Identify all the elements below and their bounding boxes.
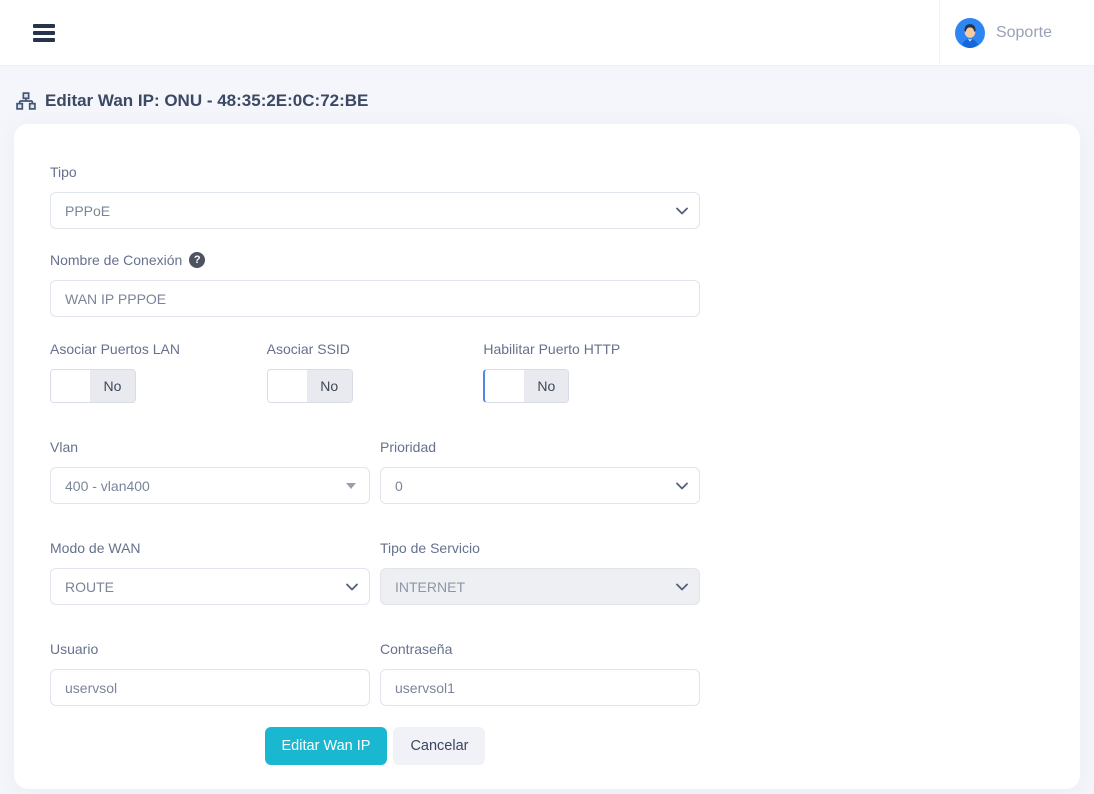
field-nombre-conexion: Nombre de Conexión ?	[50, 252, 700, 317]
tipo-servicio-select: INTERNET	[380, 568, 700, 605]
form-actions: Editar Wan IP Cancelar	[50, 727, 700, 765]
asociar-puertos-lan-label: Asociar Puertos LAN	[50, 341, 267, 357]
modo-wan-label: Modo de WAN	[50, 540, 370, 556]
page-head: Editar Wan IP: ONU - 48:35:2E:0C:72:BE	[0, 66, 1094, 124]
credenciales-row: Usuario Contraseña	[50, 641, 700, 706]
topbar: Soporte	[0, 0, 1094, 66]
prioridad-select[interactable]: 0	[380, 467, 700, 504]
toggle-state-label: No	[307, 370, 352, 402]
vlan-label: Vlan	[50, 439, 370, 455]
modo-wan-select[interactable]: ROUTE	[50, 568, 370, 605]
edit-wan-form: Tipo PPPoE Nombre de Conexión ? Asociar …	[50, 164, 700, 765]
nombre-conexion-label: Nombre de Conexión ?	[50, 252, 700, 268]
question-circle-icon[interactable]: ?	[189, 252, 205, 268]
toggle-state-label: No	[90, 370, 135, 402]
contrasena-input[interactable]	[380, 669, 700, 706]
triangle-down-icon	[346, 483, 356, 489]
vlan-prioridad-row: Vlan 400 - vlan400 Prioridad 0	[50, 439, 700, 504]
field-tipo-servicio: Tipo de Servicio INTERNET	[380, 540, 700, 605]
page-title: Editar Wan IP: ONU - 48:35:2E:0C:72:BE	[45, 91, 368, 111]
field-tipo: Tipo PPPoE	[50, 164, 700, 229]
usuario-input[interactable]	[50, 669, 370, 706]
modo-servicio-row: Modo de WAN ROUTE Tipo de Servicio INTER…	[50, 540, 700, 605]
contrasena-label: Contraseña	[380, 641, 700, 657]
field-asociar-puertos-lan: Asociar Puertos LAN No	[50, 341, 267, 403]
tipo-select[interactable]: PPPoE	[50, 192, 700, 229]
hamburger-icon	[33, 24, 55, 28]
habilitar-puerto-http-toggle[interactable]: No	[483, 369, 569, 403]
cancelar-button[interactable]: Cancelar	[393, 727, 485, 765]
hamburger-menu-button[interactable]	[27, 15, 61, 51]
user-name: Soporte	[996, 24, 1052, 42]
asociar-ssid-label: Asociar SSID	[267, 341, 484, 357]
toggles-row: Asociar Puertos LAN No Asociar SSID No H…	[50, 341, 700, 403]
edit-wan-card: Tipo PPPoE Nombre de Conexión ? Asociar …	[14, 124, 1080, 789]
sitemap-icon	[16, 92, 36, 110]
toggle-knob	[51, 370, 90, 402]
prioridad-label: Prioridad	[380, 439, 700, 455]
toggle-knob	[485, 370, 524, 402]
usuario-label: Usuario	[50, 641, 370, 657]
tipo-label: Tipo	[50, 164, 700, 180]
field-vlan: Vlan 400 - vlan400	[50, 439, 370, 504]
field-habilitar-puerto-http: Habilitar Puerto HTTP No	[483, 341, 700, 403]
vlan-selected-value: 400 - vlan400	[65, 478, 150, 494]
field-modo-wan: Modo de WAN ROUTE	[50, 540, 370, 605]
toggle-knob	[268, 370, 307, 402]
user-menu[interactable]: Soporte	[939, 0, 1094, 66]
vlan-select[interactable]: 400 - vlan400	[50, 467, 370, 504]
nombre-conexion-input[interactable]	[50, 280, 700, 317]
editar-wan-ip-button[interactable]: Editar Wan IP	[265, 727, 388, 765]
field-prioridad: Prioridad 0	[380, 439, 700, 504]
toggle-state-label: No	[524, 370, 568, 402]
habilitar-puerto-http-label: Habilitar Puerto HTTP	[483, 341, 700, 357]
asociar-puertos-lan-toggle[interactable]: No	[50, 369, 136, 403]
field-usuario: Usuario	[50, 641, 370, 706]
field-asociar-ssid: Asociar SSID No	[267, 341, 484, 403]
tipo-servicio-label: Tipo de Servicio	[380, 540, 700, 556]
field-contrasena: Contraseña	[380, 641, 700, 706]
asociar-ssid-toggle[interactable]: No	[267, 369, 353, 403]
user-avatar-icon	[955, 18, 985, 48]
